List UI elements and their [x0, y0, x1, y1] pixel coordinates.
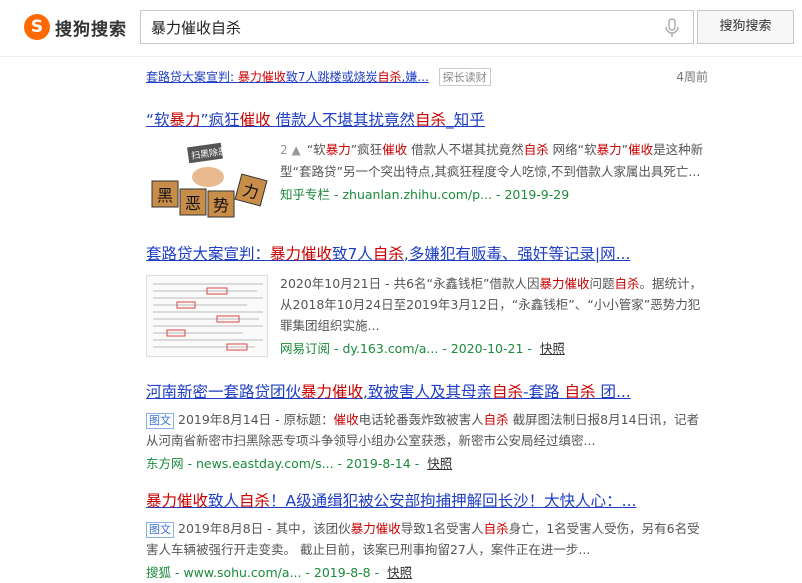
sogou-logo[interactable]: S 搜狗搜索 — [24, 13, 127, 41]
vote-count[interactable]: 2 ▲ — [280, 143, 301, 157]
result-source: 网易订阅 - dy.163.com/a... - 2020-10-21 - 快照 — [280, 341, 565, 356]
microphone-icon[interactable] — [663, 18, 681, 38]
search-input[interactable] — [141, 11, 681, 43]
result-age: 4周前 — [676, 70, 708, 84]
search-result: 暴力催收致人自杀！A级通缉犯被公安部拘捕押解回长沙！大快人心：... 图文 201… — [146, 490, 706, 583]
result-source: 搜狐 - www.sohu.com/a... - 2019-8-8 - 快照 — [146, 565, 413, 580]
document-thumbnail-icon — [147, 276, 267, 356]
logo-mark: S — [24, 14, 50, 40]
header: S 搜狗搜索 搜狗搜索 — [0, 0, 802, 57]
result-title-link[interactable]: “软暴力”疯狂催收 借款人不堪其扰竟然自杀_知乎 — [146, 111, 485, 129]
previous-result-tail: 套路贷大案宣判: 暴力催收致7人跳楼或烧炭自杀,嫌... 探长读财 4周前 — [146, 68, 708, 86]
result-title-link[interactable]: 河南新密一套路贷团伙暴力催收,致被害人及其母亲自杀-套路 自杀 团... — [146, 383, 631, 401]
previous-result-link[interactable]: 套路贷大案宣判: 暴力催收致7人跳楼或烧炭自杀,嫌... — [146, 70, 429, 84]
result-title-link[interactable]: 套路贷大案宣判：暴力催收致7人自杀,多嫌犯有贩毒、强奸等记录|网... — [146, 245, 630, 263]
result-snippet: 2020年10月21日 - 共6名“永鑫钱柜”借款人因暴力催收问题自杀。据统计，… — [280, 276, 703, 333]
cache-link[interactable]: 快照 — [427, 456, 452, 471]
result-thumbnail[interactable] — [146, 275, 268, 357]
cache-link[interactable]: 快照 — [540, 341, 565, 356]
result-thumbnail[interactable]: 扫黑除恶 黑 恶 势 力 — [146, 141, 268, 223]
result-snippet: 图文 2019年8月14日 - 原标题：催收电话轮番轰炸致被害人自杀 截屏图法制日… — [146, 412, 700, 448]
result-snippet: 2 ▲ “软暴力”疯狂催收 借款人不堪其扰竟然自杀 网络“软暴力”催收是这种新型“… — [280, 142, 704, 179]
search-box — [140, 10, 694, 44]
search-result: 套路贷大案宣判：暴力催收致7人自杀,多嫌犯有贩毒、强奸等记录|网... 2020… — [146, 243, 706, 359]
svg-text:恶: 恶 — [185, 194, 201, 213]
source-tag[interactable]: 探长读财 — [438, 68, 491, 86]
image-text-badge: 图文 — [146, 522, 174, 538]
search-result: 河南新密一套路贷团伙暴力催收,致被害人及其母亲自杀-套路 自杀 团... 图文 2… — [146, 381, 706, 474]
svg-text:势: 势 — [213, 196, 229, 215]
svg-text:黑: 黑 — [157, 186, 173, 205]
result-source: 东方网 - news.eastday.com/s... - 2019-8-14 … — [146, 456, 453, 471]
logo-text: 搜狗搜索 — [55, 19, 127, 40]
search-result: “软暴力”疯狂催收 借款人不堪其扰竟然自杀_知乎 扫黑除恶 黑 恶 势 力 2 … — [146, 109, 706, 223]
result-source: 知乎专栏 - zhuanlan.zhihu.com/p... - 2019-9-… — [280, 187, 570, 202]
result-snippet: 图文 2019年8月8日 - 其中，该团伙暴力催收导致1名受害人自杀身亡，1名受害… — [146, 521, 700, 557]
anti-crime-illustration: 扫黑除恶 黑 恶 势 力 — [146, 141, 268, 223]
thumbs-up-icon: ▲ — [291, 143, 301, 157]
image-text-badge: 图文 — [146, 413, 174, 429]
result-title-link[interactable]: 暴力催收致人自杀！A级通缉犯被公安部拘捕押解回长沙！大快人心：... — [146, 492, 636, 510]
search-button[interactable]: 搜狗搜索 — [697, 10, 794, 44]
